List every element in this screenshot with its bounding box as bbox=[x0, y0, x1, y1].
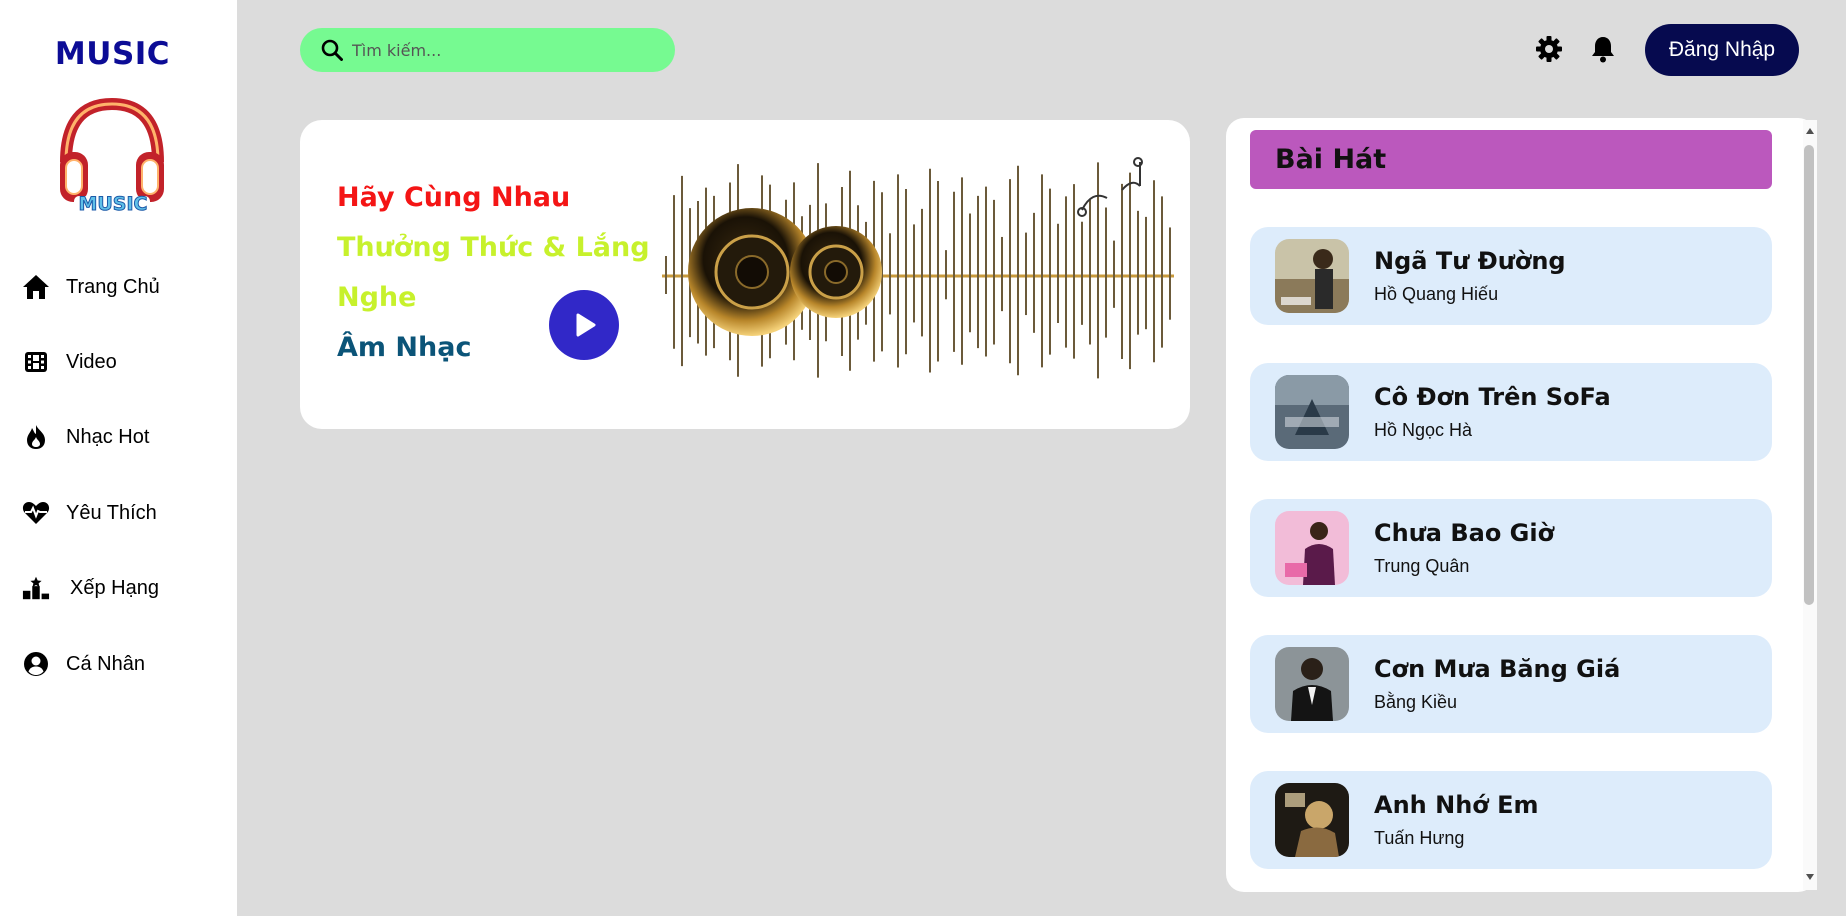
sidebar-item-profile[interactable]: Cá Nhân bbox=[22, 644, 145, 684]
song-title: Ngã Tư Đường bbox=[1374, 247, 1566, 275]
search-input[interactable] bbox=[350, 39, 654, 61]
song-thumbnail bbox=[1275, 647, 1349, 721]
songs-panel: Bài Hát Ngã Tư Đường Hồ Quang Hiếu Cô Đơ… bbox=[1226, 118, 1816, 892]
song-title: Anh Nhớ Em bbox=[1374, 791, 1539, 819]
song-thumbnail bbox=[1275, 375, 1349, 449]
hero-banner: Hãy Cùng Nhau Thưởng Thức & Lắng Nghe Âm… bbox=[300, 120, 1190, 429]
song-thumbnail bbox=[1275, 783, 1349, 857]
sidebar-item-home[interactable]: Trang Chủ bbox=[22, 267, 160, 307]
song-item[interactable]: Cô Đơn Trên SoFa Hồ Ngọc Hà bbox=[1250, 363, 1772, 461]
song-item[interactable]: Chưa Bao Giờ Trung Quân bbox=[1250, 499, 1772, 597]
song-artist: Hồ Quang Hiếu bbox=[1374, 284, 1499, 304]
sidebar-item-label: Nhạc Hot bbox=[66, 425, 150, 448]
brand-title: MUSIC bbox=[54, 36, 171, 72]
heart-pulse-icon bbox=[22, 499, 50, 527]
song-title: Cơn Mưa Băng Giá bbox=[1374, 655, 1621, 683]
scroll-down-arrow-icon[interactable] bbox=[1803, 870, 1817, 884]
song-artist: Trung Quân bbox=[1374, 556, 1470, 576]
bell-icon[interactable] bbox=[1588, 34, 1618, 64]
sidebar-item-label: Yêu Thích bbox=[66, 501, 157, 524]
song-item[interactable]: Ngã Tư Đường Hồ Quang Hiếu bbox=[1250, 227, 1772, 325]
login-button[interactable]: Đăng Nhập bbox=[1645, 24, 1799, 76]
song-item[interactable]: Cơn Mưa Băng Giá Bằng Kiều bbox=[1250, 635, 1772, 733]
song-artist: Hồ Ngọc Hà bbox=[1374, 420, 1473, 440]
sidebar-item-label: Trang Chủ bbox=[66, 275, 160, 298]
hero-line-1: Hãy Cùng Nhau bbox=[337, 182, 571, 213]
fire-icon bbox=[22, 423, 50, 451]
sidebar-item-video[interactable]: Video bbox=[22, 342, 117, 382]
sidebar-item-ranking[interactable]: Xếp Hạng bbox=[22, 568, 159, 608]
song-title: Chưa Bao Giờ bbox=[1374, 519, 1555, 547]
home-icon bbox=[22, 273, 50, 301]
user-circle-icon bbox=[22, 650, 50, 678]
song-thumbnail bbox=[1275, 511, 1349, 585]
play-icon bbox=[576, 313, 596, 337]
song-thumbnail bbox=[1275, 239, 1349, 313]
play-button[interactable] bbox=[549, 290, 619, 360]
songs-title: Bài Hát bbox=[1275, 144, 1387, 175]
ranking-icon bbox=[22, 574, 50, 602]
song-artist: Tuấn Hưng bbox=[1374, 828, 1465, 848]
sidebar-item-label: Xếp Hạng bbox=[70, 576, 159, 599]
song-item[interactable]: Anh Nhớ Em Tuấn Hưng bbox=[1250, 771, 1772, 869]
sidebar-item-favorite[interactable]: Yêu Thích bbox=[22, 493, 157, 533]
sidebar-item-label: Video bbox=[66, 350, 117, 373]
gear-icon[interactable] bbox=[1534, 34, 1564, 64]
scrollbar-thumb[interactable] bbox=[1804, 145, 1814, 605]
search-bar bbox=[300, 28, 675, 72]
logo-text: MUSIC bbox=[78, 193, 148, 216]
sidebar-item-hot[interactable]: Nhạc Hot bbox=[22, 417, 149, 457]
song-artist: Bằng Kiều bbox=[1374, 692, 1458, 712]
hero-line-4: Âm Nhạc bbox=[337, 332, 472, 363]
scroll-up-arrow-icon[interactable] bbox=[1803, 124, 1817, 138]
speaker-waveform-image bbox=[662, 157, 1174, 379]
hero-line-2: Thưởng Thức & Lắng bbox=[337, 232, 650, 263]
songs-header: Bài Hát bbox=[1250, 130, 1772, 189]
search-icon bbox=[320, 38, 344, 62]
song-title: Cô Đơn Trên SoFa bbox=[1374, 383, 1611, 411]
sidebar-item-label: Cá Nhân bbox=[66, 652, 145, 675]
hero-line-3: Nghe bbox=[337, 282, 417, 313]
film-icon bbox=[22, 348, 50, 376]
sidebar: MUSIC MUSIC Trang Chủ Video Nhạc Hot Yêu… bbox=[0, 0, 237, 916]
